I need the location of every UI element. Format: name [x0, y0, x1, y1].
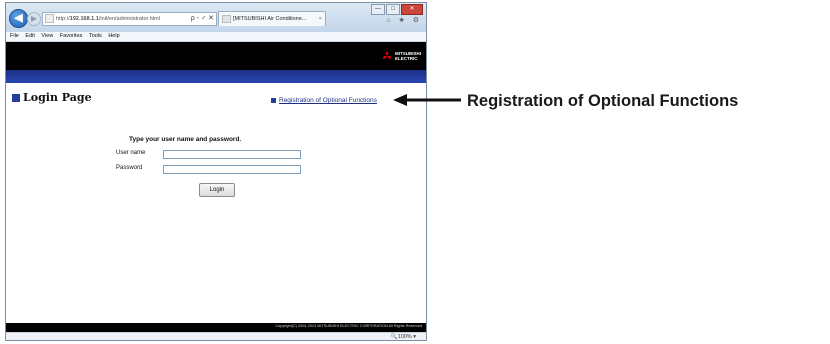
back-button[interactable]: ◀ [9, 9, 28, 28]
page-footer: Copyright(C) 2004-2013 MITSUBISHI ELECTR… [6, 323, 426, 332]
menu-view[interactable]: View [41, 33, 53, 39]
menu-edit[interactable]: Edit [25, 33, 34, 39]
window-controls: — □ ✕ [371, 4, 423, 15]
title-square-icon [12, 93, 20, 102]
username-label: User name [116, 150, 146, 156]
password-input[interactable] [163, 165, 301, 174]
username-input[interactable] [163, 150, 301, 159]
minimize-button[interactable]: — [371, 4, 385, 15]
tab-title: [MITSUBISHI Air Conditione... [233, 16, 307, 22]
link-square-icon [271, 98, 276, 103]
form-heading: Type your user name and password. [129, 136, 242, 143]
password-label: Password [116, 165, 143, 171]
menu-help[interactable]: Help [108, 33, 119, 39]
browser-tab[interactable]: [MITSUBISHI Air Conditione... × [218, 11, 326, 26]
menu-bar: File Edit View Favorites Tools Help [6, 32, 426, 42]
status-bar: 🔍100% ▾ [6, 332, 426, 340]
menu-file[interactable]: File [10, 33, 19, 39]
three-diamonds-icon [382, 51, 392, 59]
address-prefix: http:// [56, 16, 70, 22]
tab-page-icon [222, 14, 231, 23]
browser-window: ◀ ▶ http://192.168.1.1/init/en/administr… [5, 2, 427, 341]
address-path: /init/en/administrator.html [98, 16, 160, 22]
page-title: Login Page [12, 91, 92, 104]
address-action-icons[interactable]: ρ - ♂ ✕ [191, 13, 214, 25]
menu-favorites[interactable]: Favorites [60, 33, 83, 39]
copyright-text: Copyright(C) 2004-2013 MITSUBISHI ELECTR… [275, 324, 422, 328]
page-title-text: Login Page [23, 91, 92, 104]
home-favorites-tools-icons[interactable]: ⌂ ★ ⚙ [386, 16, 422, 24]
tab-close-icon[interactable]: × [319, 12, 322, 26]
header-blue-bar [6, 70, 426, 83]
callout-arrow-icon [393, 94, 461, 106]
zoom-level[interactable]: 🔍100% ▾ [391, 334, 416, 340]
callout-label: Registration of Optional Functions [467, 92, 739, 110]
page-header: MITSUBISHI ELECTRIC [6, 42, 426, 70]
address-bar[interactable]: http://192.168.1.1/init/en/administrator… [42, 12, 217, 26]
login-button[interactable]: Login [199, 183, 235, 197]
registration-of-optional-functions-link[interactable]: Registration of Optional Functions [279, 97, 377, 104]
page-icon [45, 14, 54, 24]
menu-tools[interactable]: Tools [89, 33, 102, 39]
maximize-button[interactable]: □ [386, 4, 400, 15]
close-window-button[interactable]: ✕ [401, 4, 423, 15]
address-host: 192.168.1.1 [69, 16, 99, 22]
logo-line-2: ELECTRIC [394, 56, 418, 61]
browser-titlebar: ◀ ▶ http://192.168.1.1/init/en/administr… [6, 3, 426, 33]
forward-button[interactable]: ▶ [27, 12, 41, 26]
registration-link-row: Registration of Optional Functions [271, 97, 377, 104]
mitsubishi-logo: MITSUBISHI ELECTRIC [381, 51, 421, 61]
